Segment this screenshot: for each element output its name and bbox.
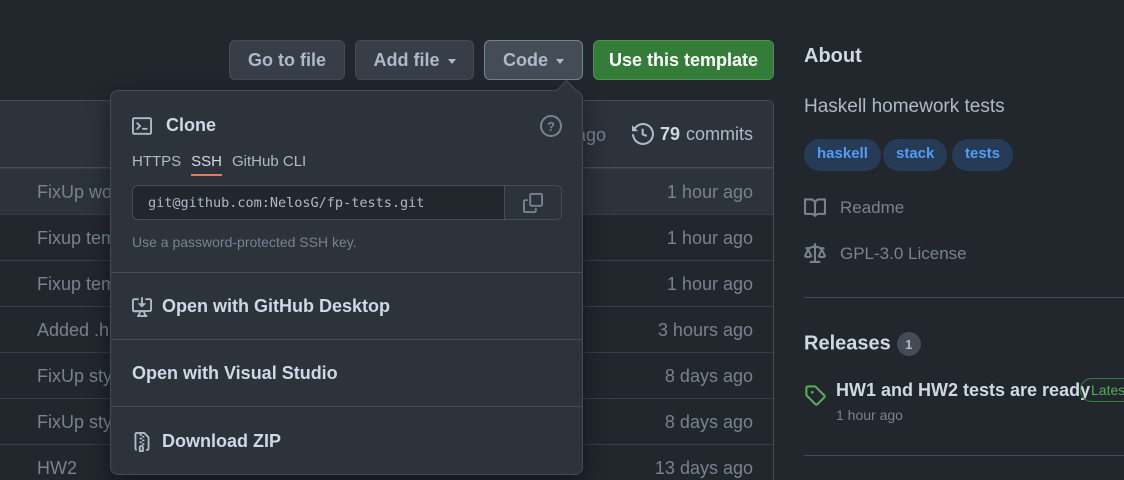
file-zip-icon: [134, 431, 150, 452]
chevron-down-icon: [556, 58, 564, 64]
add-file-label: Add file: [373, 49, 440, 70]
desktop-download-icon: [132, 296, 152, 317]
about-heading: About: [804, 45, 862, 67]
clone-title: Clone: [166, 115, 217, 135]
history-icon: [631, 123, 654, 145]
divider: [804, 455, 1124, 456]
releases-title: Releases: [804, 332, 891, 355]
tab-github-cli[interactable]: GitHub CLI: [232, 153, 306, 176]
commit-message[interactable]: Added .hi: [37, 320, 113, 341]
readme-label: Readme: [840, 198, 905, 217]
tag-icon: [805, 385, 826, 406]
divider: [111, 339, 582, 340]
commits-count: 79: [659, 123, 680, 144]
divider: [111, 272, 582, 273]
commit-message[interactable]: FixUp styl: [37, 366, 116, 387]
open-visual-studio-item[interactable]: Open with Visual Studio: [132, 363, 338, 384]
repo-description: Haskell homework tests: [804, 96, 1005, 117]
use-template-button[interactable]: Use this template: [593, 40, 774, 80]
divider: [804, 297, 1124, 298]
commit-time: 1 hour ago: [666, 228, 753, 248]
commit-time: 13 days ago: [654, 458, 753, 478]
code-dropdown-menu: Clone ? HTTPS SSH GitHub CLI Use a passw…: [110, 90, 583, 475]
code-button[interactable]: Code: [484, 40, 583, 80]
open-desktop-label: Open with GitHub Desktop: [162, 296, 390, 316]
clone-header: Clone: [132, 115, 216, 136]
commits-link[interactable]: 79 commits: [631, 123, 753, 145]
topic-tag[interactable]: stack: [883, 139, 948, 171]
clone-url-input[interactable]: [133, 186, 504, 219]
open-visual-studio-label: Open with Visual Studio: [132, 363, 338, 383]
commit-message[interactable]: FixUp styl: [37, 412, 116, 433]
go-to-file-button[interactable]: Go to file: [229, 40, 345, 80]
download-zip-label: Download ZIP: [162, 431, 281, 451]
license-label: GPL-3.0 License: [840, 244, 967, 263]
release-time: 1 hour ago: [836, 407, 903, 423]
tab-ssh[interactable]: SSH: [191, 153, 223, 176]
question-icon[interactable]: ?: [540, 115, 562, 137]
ssh-hint: Use a password-protected SSH key.: [132, 234, 357, 250]
go-to-file-label: Go to file: [248, 49, 326, 70]
commit-message[interactable]: Fixup tem: [37, 274, 116, 295]
release-item[interactable]: HW1 and HW2 tests are ready 1 hour ago: [804, 380, 1090, 423]
clone-url-box: [132, 185, 562, 220]
commit-time: 1 hour ago: [666, 274, 753, 294]
law-icon: [804, 243, 826, 263]
code-label: Code: [503, 49, 548, 70]
tab-https[interactable]: HTTPS: [132, 153, 181, 176]
latest-badge: Lates: [1080, 378, 1124, 402]
commit-time: 1 hour ago: [666, 182, 753, 202]
use-template-label: Use this template: [608, 49, 759, 70]
releases-count-badge: 1: [896, 332, 921, 356]
commits-label: commits: [686, 123, 753, 144]
releases-heading[interactable]: Releases 1: [804, 332, 921, 356]
commit-message[interactable]: HW2: [37, 458, 77, 479]
commit-time: 8 days ago: [664, 412, 753, 432]
chevron-down-icon: [447, 58, 456, 64]
commit-time: 3 hours ago: [657, 320, 753, 340]
topic-tag[interactable]: tests: [952, 139, 1014, 171]
commit-time: 8 days ago: [664, 366, 753, 386]
book-icon: [804, 198, 826, 217]
release-title[interactable]: HW1 and HW2 tests are ready: [836, 380, 1090, 401]
divider: [111, 406, 582, 407]
license-link[interactable]: GPL-3.0 License: [804, 243, 967, 265]
commit-message[interactable]: Fixup tem: [37, 228, 116, 249]
commit-message[interactable]: FixUp wo: [37, 182, 112, 203]
open-desktop-item[interactable]: Open with GitHub Desktop: [132, 296, 390, 317]
copy-icon: [523, 192, 543, 213]
readme-link[interactable]: Readme: [804, 197, 904, 219]
terminal-icon: [132, 116, 152, 135]
download-zip-item[interactable]: Download ZIP: [132, 431, 281, 452]
topic-tag[interactable]: haskell: [804, 139, 881, 171]
copy-button[interactable]: [504, 186, 561, 219]
clone-protocol-tabs: HTTPS SSH GitHub CLI: [132, 153, 306, 176]
add-file-button[interactable]: Add file: [355, 40, 474, 80]
